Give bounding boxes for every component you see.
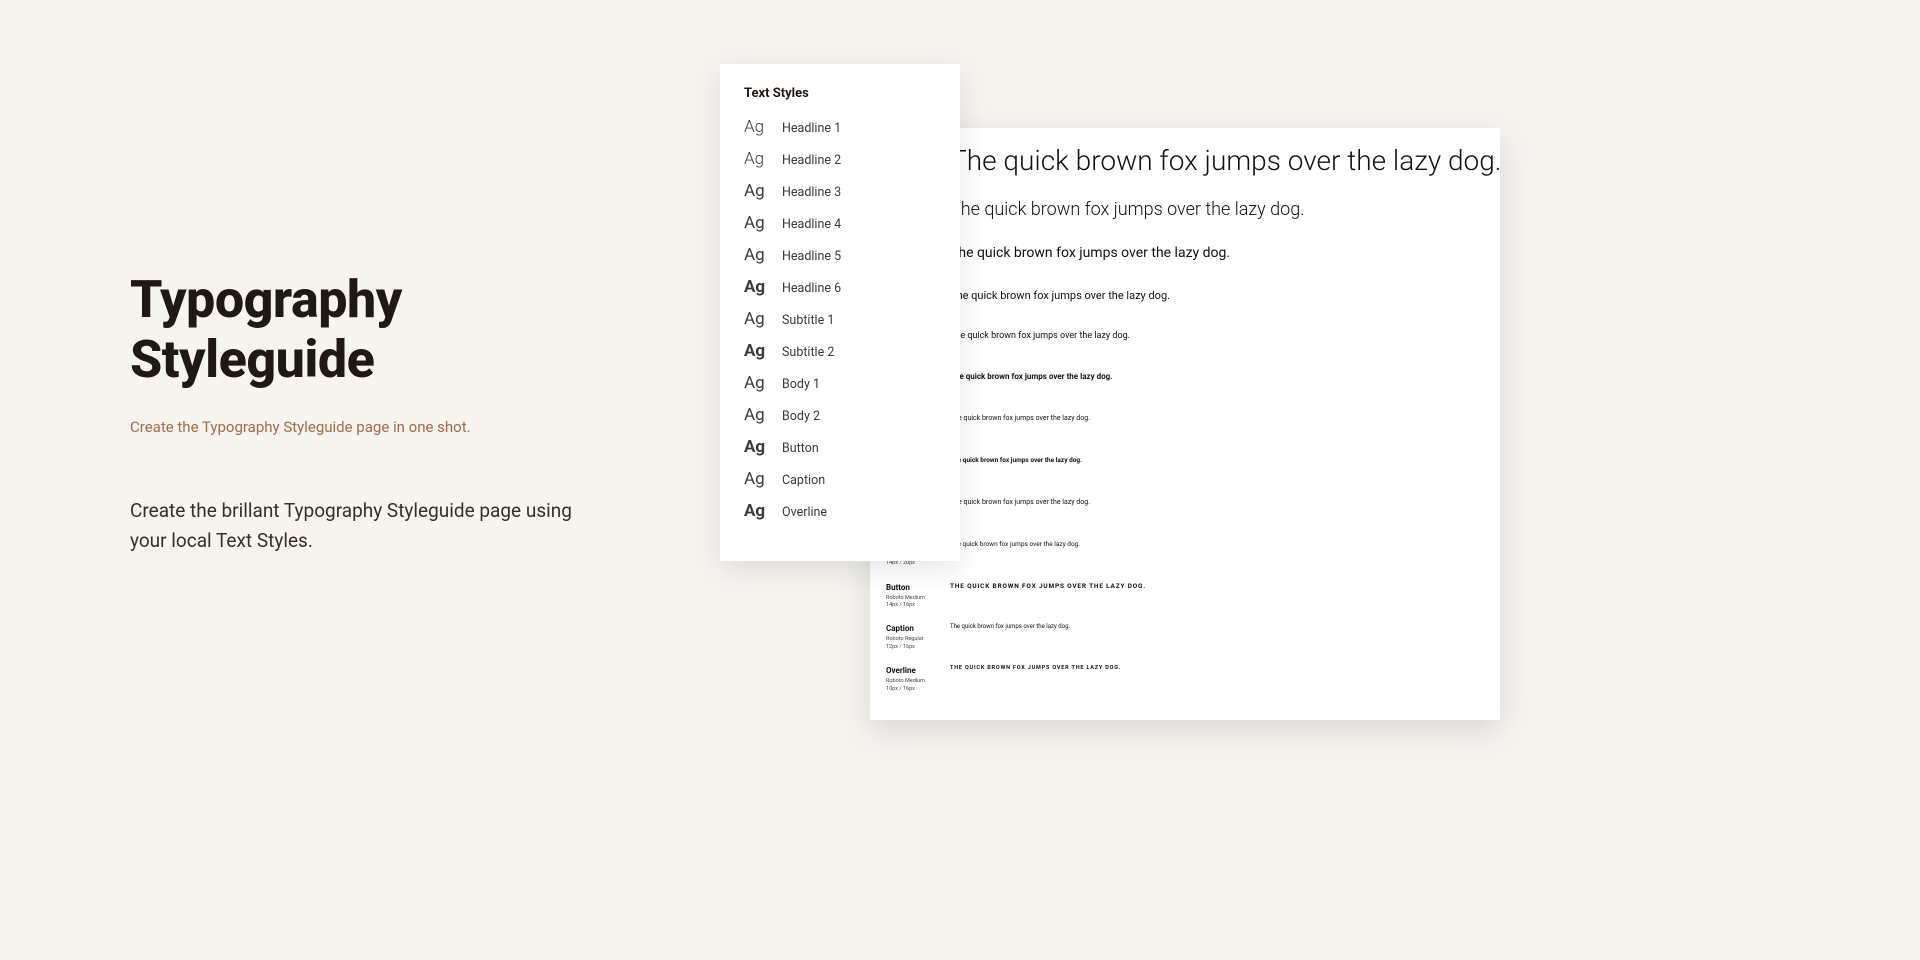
- text-style-label: Subtitle 2: [782, 345, 834, 360]
- style-spec-row: Body 2Roboto Regular14px / 20pxThe quick…: [886, 540, 1480, 568]
- hero: Typography Styleguide Create the Typogra…: [130, 270, 650, 556]
- text-styles-heading: Text Styles: [744, 86, 936, 101]
- style-name: Overline: [886, 666, 936, 675]
- style-size: 14px / 16px: [886, 602, 936, 609]
- sample-glyph: Ag: [744, 215, 770, 232]
- text-style-label: Headline 4: [782, 217, 841, 232]
- sample-glyph: Ag: [744, 311, 770, 328]
- page-title-line: Styleguide: [130, 329, 374, 390]
- style-sample: The quick brown fox jumps over the lazy …: [950, 456, 1082, 464]
- text-style-item[interactable]: Ag Body 2: [744, 407, 936, 424]
- style-spec-row: Headline 3Roboto Regular48px / 56pxThe q…: [886, 245, 1480, 273]
- sample-glyph: Ag: [744, 439, 770, 456]
- sample-glyph: Ag: [744, 375, 770, 392]
- sample-glyph: Ag: [744, 183, 770, 200]
- text-style-label: Headline 1: [782, 121, 841, 136]
- text-style-item[interactable]: Ag Overline: [744, 503, 936, 520]
- sample-glyph: Ag: [744, 407, 770, 424]
- style-spec-row: Headline 2Roboto Light60px / 72pxThe qui…: [886, 199, 1480, 227]
- page-title: Typography Styleguide: [130, 270, 650, 390]
- style-sample: The quick brown fox jumps over the lazy …: [950, 331, 1130, 341]
- style-size: 10px / 16px: [886, 686, 936, 693]
- text-style-label: Overline: [782, 505, 827, 520]
- sample-glyph: Ag: [744, 343, 770, 360]
- text-style-label: Caption: [782, 473, 825, 488]
- style-spec-row: Headline 5Roboto Regular24px / 24pxThe q…: [886, 331, 1480, 359]
- style-sample: The quick brown fox jumps over the lazy …: [950, 289, 1170, 302]
- style-name: Caption: [886, 624, 936, 633]
- style-size: 12px / 16px: [886, 644, 936, 651]
- page-subtitle: Create the Typography Styleguide page in…: [130, 418, 650, 436]
- text-style-item[interactable]: Ag Headline 3: [744, 183, 936, 200]
- style-spec-row: Subtitle 2Roboto Medium14px / 24pxThe qu…: [886, 456, 1480, 484]
- style-sample: The quick brown fox jumps over the lazy …: [950, 372, 1113, 381]
- style-spec-row: Caption Roboto Regular12px / 16px The quic…: [886, 623, 1480, 651]
- style-meta: Button Roboto Medium14px / 16px: [886, 582, 936, 610]
- text-style-label: Headline 2: [782, 153, 841, 168]
- style-font: Roboto Regular: [886, 636, 936, 643]
- style-meta: Caption Roboto Regular12px / 16px: [886, 623, 936, 651]
- style-name: Button: [886, 583, 936, 592]
- text-style-item[interactable]: Ag Headline 6: [744, 279, 936, 296]
- sample-glyph: Ag: [744, 151, 770, 168]
- sample-glyph: Ag: [744, 471, 770, 488]
- style-spec-row: Headline 1Roboto Light96px / 112pxThe qu…: [886, 144, 1480, 177]
- styleguide-sheet: Headline 1Roboto Light96px / 112pxThe qu…: [870, 128, 1500, 720]
- styleguide-rows: Headline 1Roboto Light96px / 112pxThe qu…: [886, 144, 1480, 693]
- text-style-item[interactable]: Ag Button: [744, 439, 936, 456]
- style-spec-row: Button Roboto Medium14px / 16px THE QUICK …: [886, 582, 1480, 610]
- style-spec-row: Headline 4Roboto Regular34px / 36pxThe q…: [886, 289, 1480, 317]
- text-style-item[interactable]: Ag Headline 2: [744, 151, 936, 168]
- style-spec-row: Body 1Roboto Regular16px / 24pxThe quick…: [886, 498, 1480, 526]
- style-sample: The quick brown fox jumps over the lazy …: [950, 144, 1500, 177]
- sample-glyph: Ag: [744, 119, 770, 136]
- text-style-item[interactable]: Ag Caption: [744, 471, 936, 488]
- style-font: Roboto Medium: [886, 678, 936, 685]
- text-style-label: Headline 5: [782, 249, 841, 264]
- style-spec-row: Headline 6Roboto Medium20px / 24pxThe qu…: [886, 372, 1480, 400]
- page-description: Create the brillant Typography Styleguid…: [130, 496, 590, 557]
- text-style-label: Headline 3: [782, 185, 841, 200]
- text-styles-list: Ag Headline 1 Ag Headline 2 Ag Headline 3 Ag He…: [744, 119, 936, 520]
- text-style-item[interactable]: Ag Headline 5: [744, 247, 936, 264]
- style-sample: The quick brown fox jumps over the lazy …: [950, 414, 1090, 422]
- page-title-line: Typography: [130, 269, 402, 330]
- text-style-item[interactable]: Ag Subtitle 2: [744, 343, 936, 360]
- text-style-item[interactable]: Ag Headline 1: [744, 119, 936, 136]
- text-style-label: Headline 6: [782, 281, 841, 296]
- style-spec-row: Overline Roboto Medium10px / 16px THE QUIC…: [886, 665, 1480, 693]
- style-sample: The quick brown fox jumps over the lazy …: [950, 245, 1230, 261]
- style-sample: The quick brown fox jumps over the lazy …: [950, 540, 1080, 548]
- text-style-label: Body 2: [782, 409, 820, 424]
- style-sample: THE QUICK BROWN FOX JUMPS OVER THE LAZY …: [950, 665, 1121, 671]
- style-meta: Overline Roboto Medium10px / 16px: [886, 665, 936, 693]
- style-sample: The quick brown fox jumps over the lazy …: [950, 623, 1070, 630]
- sample-glyph: Ag: [744, 503, 770, 520]
- text-style-item[interactable]: Ag Headline 4: [744, 215, 936, 232]
- style-sample: The quick brown fox jumps over the lazy …: [950, 199, 1305, 220]
- text-style-label: Body 1: [782, 377, 820, 392]
- text-style-item[interactable]: Ag Body 1: [744, 375, 936, 392]
- style-size: 14px / 20px: [886, 560, 936, 567]
- style-sample: THE QUICK BROWN FOX JUMPS OVER THE LAZY …: [950, 582, 1146, 590]
- style-font: Roboto Medium: [886, 595, 936, 602]
- style-spec-row: Subtitle 1Roboto Regular16px / 24pxThe q…: [886, 414, 1480, 442]
- text-styles-panel: Text Styles Ag Headline 1 Ag Headline 2 Ag He…: [720, 64, 960, 561]
- sample-glyph: Ag: [744, 247, 770, 264]
- sample-glyph: Ag: [744, 279, 770, 296]
- text-style-label: Subtitle 1: [782, 313, 834, 328]
- text-style-item[interactable]: Ag Subtitle 1: [744, 311, 936, 328]
- style-sample: The quick brown fox jumps over the lazy …: [950, 498, 1090, 506]
- text-style-label: Button: [782, 441, 819, 456]
